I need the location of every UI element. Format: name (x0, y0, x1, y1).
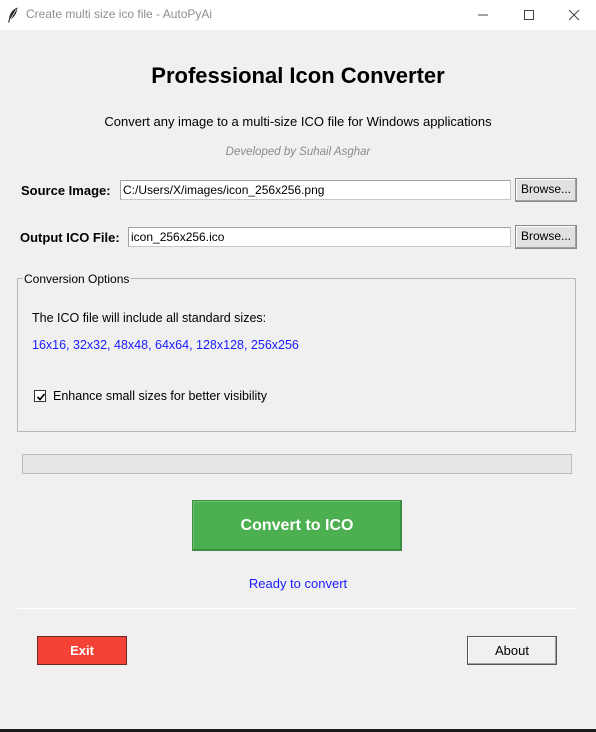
app-window: Create multi size ico file - AutoPyAi Pr… (0, 0, 596, 732)
maximize-icon (524, 10, 534, 20)
output-file-input[interactable]: icon_256x256.ico (128, 227, 511, 247)
enhance-checkbox-label[interactable]: Enhance small sizes for better visibilit… (53, 389, 267, 403)
page-title: Professional Icon Converter (151, 63, 445, 88)
maximize-button[interactable] (506, 0, 552, 30)
about-button[interactable]: About (467, 636, 557, 665)
checkmark-icon (36, 393, 46, 401)
enhance-checkbox[interactable] (34, 390, 46, 402)
minimize-icon (478, 14, 488, 16)
title-bar[interactable]: Create multi size ico file - AutoPyAi (0, 0, 596, 30)
subtitle: Convert any image to a multi-size ICO fi… (104, 114, 492, 129)
source-image-label: Source Image: (21, 183, 111, 198)
progress-bar (22, 454, 572, 474)
source-image-input[interactable]: C:/Users/X/images/icon_256x256.png (120, 180, 511, 200)
sizes-list: 16x16, 32x32, 48x48, 64x64, 128x128, 256… (32, 338, 299, 352)
convert-button[interactable]: Convert to ICO (192, 500, 402, 551)
developer-credit: Developed by Suhail Asghar (225, 146, 371, 158)
close-icon (568, 9, 580, 21)
status-text: Ready to convert (248, 576, 348, 591)
close-button[interactable] (551, 0, 596, 30)
source-browse-button[interactable]: Browse... (515, 178, 577, 202)
feather-icon (7, 7, 19, 23)
minimize-button[interactable] (460, 0, 506, 30)
output-file-label: Output ICO File: (20, 230, 120, 245)
divider (17, 608, 577, 609)
window-title: Create multi size ico file - AutoPyAi (26, 7, 213, 21)
output-browse-button[interactable]: Browse... (515, 225, 577, 249)
exit-button[interactable]: Exit (37, 636, 127, 665)
conversion-options-legend: Conversion Options (23, 272, 131, 286)
conversion-options-group (17, 278, 576, 432)
sizes-description: The ICO file will include all standard s… (32, 311, 267, 325)
